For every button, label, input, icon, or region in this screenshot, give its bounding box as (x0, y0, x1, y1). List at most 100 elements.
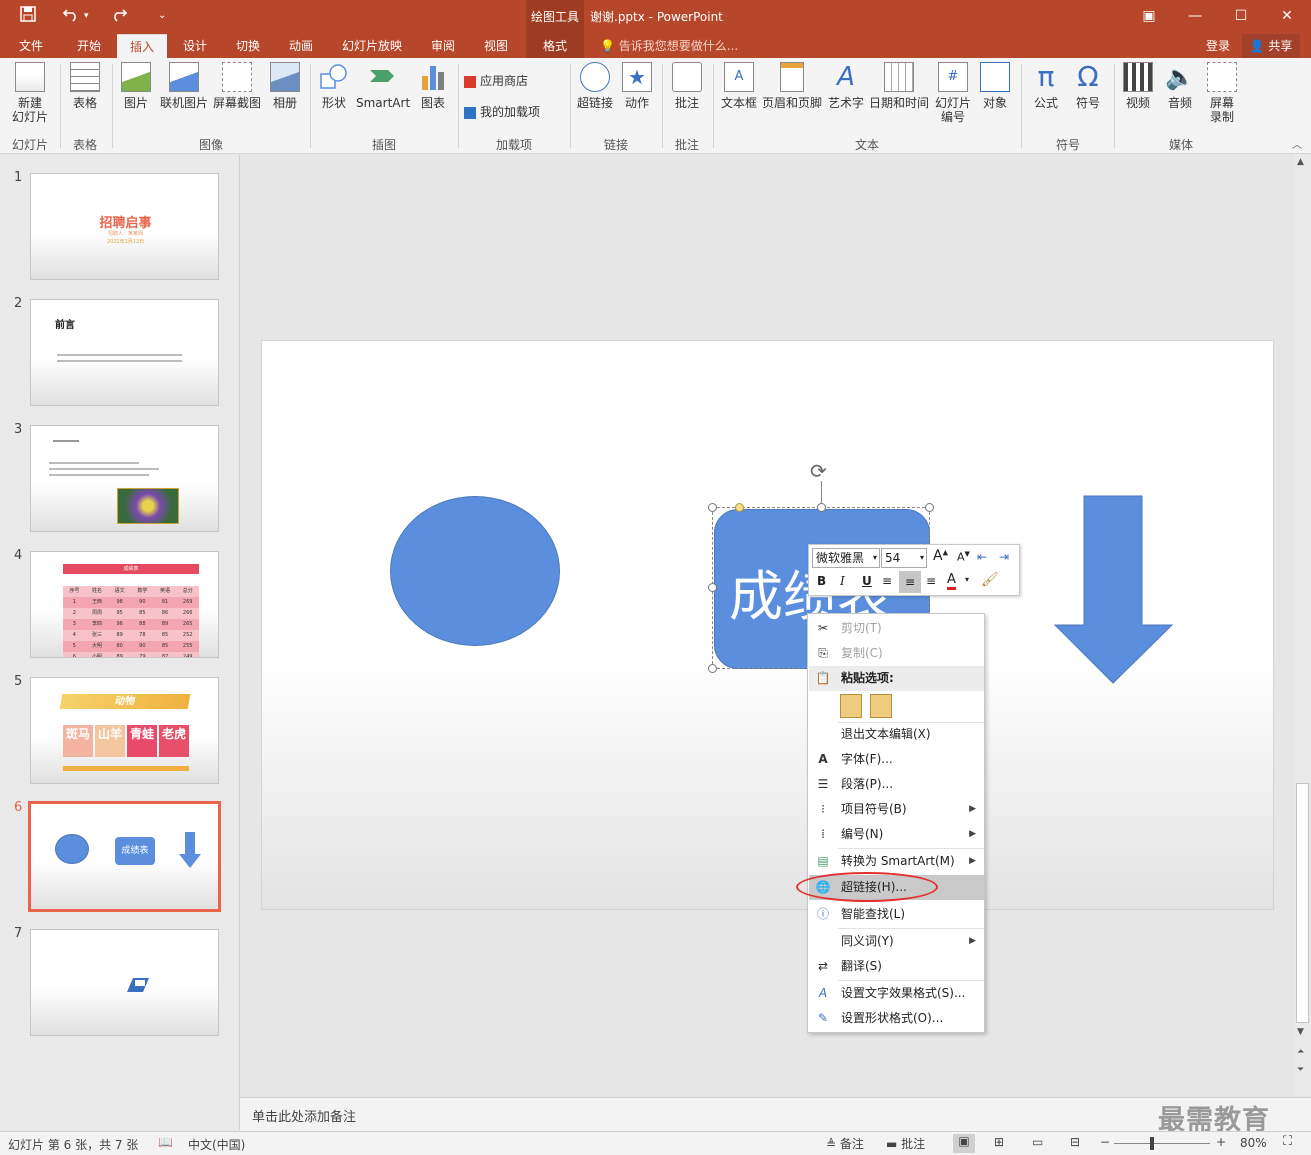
menu-item-text-effects[interactable]: A 设置文字效果格式(S)... (809, 981, 984, 1006)
menu-item-exit-text-edit[interactable]: 退出文本编辑(X) (809, 722, 984, 747)
italic-button[interactable]: I (840, 574, 845, 588)
tab-slideshow[interactable]: 幻灯片放映 (330, 34, 414, 58)
slide-thumbnail-6-selected[interactable]: 成绩表 (28, 801, 221, 912)
font-color-button[interactable]: A (947, 572, 956, 590)
fit-to-window-icon[interactable]: ⛶ (1283, 1134, 1292, 1149)
tab-transitions[interactable]: 切换 (223, 34, 273, 58)
picture-button[interactable]: 图片 (116, 62, 156, 110)
normal-view-icon[interactable]: ▣ (953, 1134, 975, 1153)
slide-thumbnail-1[interactable]: 招聘启事 招聘人：某某网 2021年1月12日 (30, 173, 219, 280)
format-painter-icon[interactable]: 🖌 (981, 572, 999, 588)
undo-dropdown-icon[interactable]: ▾ (84, 6, 89, 26)
align-center-icon[interactable]: ≡ (899, 571, 921, 593)
audio-button[interactable]: 🔈 音频 (1160, 62, 1200, 110)
undo-icon[interactable] (62, 6, 80, 27)
paste-picture-icon[interactable] (870, 694, 892, 718)
menu-item-cut[interactable]: ✂ 剪切(T) (809, 616, 984, 641)
shrink-font-button[interactable]: A▼ (957, 550, 970, 564)
login-link[interactable]: 登录 (1198, 34, 1238, 58)
my-addins-button[interactable]: 我的加载项 (464, 105, 572, 119)
decrease-indent-icon[interactable]: ⇤ (977, 550, 987, 564)
hyperlink-button[interactable]: 超链接 (574, 62, 616, 110)
share-button[interactable]: 👤 共享 (1242, 34, 1300, 58)
resize-handle[interactable] (708, 503, 717, 512)
font-color-dropdown-icon[interactable]: ▾ (965, 575, 969, 584)
equation-button[interactable]: π 公式 (1026, 62, 1066, 111)
comment-button[interactable]: 批注 (666, 62, 708, 110)
new-slide-button[interactable]: 新建 幻灯片 (4, 62, 56, 124)
resize-handle[interactable] (925, 503, 934, 512)
next-slide-icon[interactable]: ⏷ (1297, 1065, 1304, 1075)
menu-item-copy[interactable]: ⎘ 复制(C) (809, 641, 984, 666)
zoom-slider-track[interactable] (1114, 1143, 1210, 1144)
textbox-button[interactable]: A 文本框 (718, 62, 760, 110)
comments-toggle-button[interactable]: ▬ 批注 (886, 1135, 925, 1152)
scroll-down-icon[interactable]: ▼ (1297, 1027, 1304, 1037)
previous-slide-icon[interactable]: ⏶ (1297, 1047, 1304, 1057)
underline-button[interactable]: U (862, 574, 872, 588)
zoom-out-icon[interactable]: − (1100, 1135, 1110, 1149)
tab-insert[interactable]: 插入 (117, 34, 167, 58)
save-icon[interactable] (20, 6, 36, 27)
tab-home[interactable]: 开始 (64, 34, 114, 58)
tab-review[interactable]: 审阅 (418, 34, 468, 58)
down-arrow-shape[interactable] (1053, 495, 1174, 688)
redo-icon[interactable] (110, 6, 128, 27)
grow-font-button[interactable]: A▲ (933, 548, 948, 564)
maximize-button[interactable]: ☐ (1218, 0, 1264, 34)
object-button[interactable]: 对象 (976, 62, 1014, 110)
screenshot-button[interactable]: 屏幕截图 (211, 62, 263, 110)
slide-sorter-icon[interactable]: ⊞ (994, 1135, 1004, 1149)
collapse-ribbon-icon[interactable]: ︿ (1292, 136, 1302, 151)
resize-handle[interactable] (708, 583, 717, 592)
slide-thumbnail-2[interactable]: 前言 (30, 299, 219, 406)
menu-item-translate[interactable]: ⇄ 翻译(S) (809, 954, 984, 979)
zoom-level[interactable]: 80% (1240, 1136, 1267, 1150)
store-button[interactable]: 应用商店 (464, 74, 564, 88)
menu-item-font[interactable]: A 字体(F)... (809, 747, 984, 772)
slide-number-button[interactable]: # 幻灯片 编号 (932, 62, 974, 124)
increase-indent-icon[interactable]: ⇥ (999, 550, 1009, 564)
slide-thumbnail-5[interactable]: 动物 斑马 山羊 青蛙 老虎 (30, 677, 219, 784)
bold-button[interactable]: B (817, 574, 826, 588)
close-button[interactable]: ✕ (1264, 0, 1310, 34)
spellcheck-icon[interactable]: 📖 (158, 1135, 173, 1149)
tab-animations[interactable]: 动画 (276, 34, 326, 58)
customize-qat-icon[interactable]: ⌄ (158, 6, 166, 26)
minimize-button[interactable]: — (1172, 0, 1218, 34)
ribbon-display-options-button[interactable]: ▣ (1126, 0, 1172, 34)
resize-handle[interactable] (708, 664, 717, 673)
align-right-icon[interactable]: ≡ (926, 574, 936, 588)
smartart-button[interactable]: SmartArt (356, 62, 410, 110)
shapes-button[interactable]: 形状 (314, 62, 354, 110)
menu-item-paragraph[interactable]: ☰ 段落(P)... (809, 772, 984, 797)
scroll-up-icon[interactable]: ▲ (1297, 157, 1304, 167)
screen-record-button[interactable]: 屏幕 录制 (1202, 62, 1242, 124)
slide-thumbnail-3[interactable] (30, 425, 219, 532)
action-button[interactable]: ★ 动作 (618, 62, 656, 110)
language-text[interactable]: 中文(中国) (188, 1136, 245, 1153)
menu-item-synonyms[interactable]: 同义词(Y) ▶ (809, 929, 984, 954)
tell-me-search[interactable]: 💡 告诉我您想要做什么... (600, 34, 738, 58)
video-button[interactable]: 视频 (1118, 62, 1158, 110)
slide-thumbnail-7[interactable] (30, 929, 219, 1036)
paste-keep-text-icon[interactable] (840, 694, 862, 718)
album-button[interactable]: 相册 (265, 62, 305, 110)
tab-view[interactable]: 视图 (471, 34, 521, 58)
tab-design[interactable]: 设计 (170, 34, 220, 58)
adjust-handle[interactable] (735, 503, 744, 512)
zoom-in-icon[interactable]: + (1216, 1135, 1226, 1149)
align-left-icon[interactable]: ≡ (882, 574, 892, 588)
slide-thumbnail-4[interactable]: 成绩表 序号 姓名 语文 数学 英语 总分 1 王西 98 90 81 269 2 周周 95 85 86 266… (30, 551, 219, 658)
slide-canvas[interactable]: 成绩表 ⟳ (261, 340, 1274, 910)
wordart-button[interactable]: A 艺术字 (825, 62, 867, 110)
menu-item-convert-smartart[interactable]: ▤ 转换为 SmartArt(M) ▶ (809, 849, 984, 874)
slideshow-view-icon[interactable]: ⊟ (1070, 1135, 1080, 1149)
font-size-box[interactable]: 54 ▾ (881, 548, 927, 568)
menu-item-numbering[interactable]: ⁞ 编号(N) ▶ (809, 822, 984, 847)
online-picture-button[interactable]: 联机图片 (158, 62, 210, 110)
notes-toggle-button[interactable]: ≜ 备注 (826, 1135, 864, 1152)
rotate-handle-icon[interactable]: ⟳ (810, 461, 827, 481)
font-name-box[interactable]: 微软雅黑 ▾ (812, 548, 880, 568)
reading-view-icon[interactable]: ▭ (1032, 1135, 1043, 1149)
